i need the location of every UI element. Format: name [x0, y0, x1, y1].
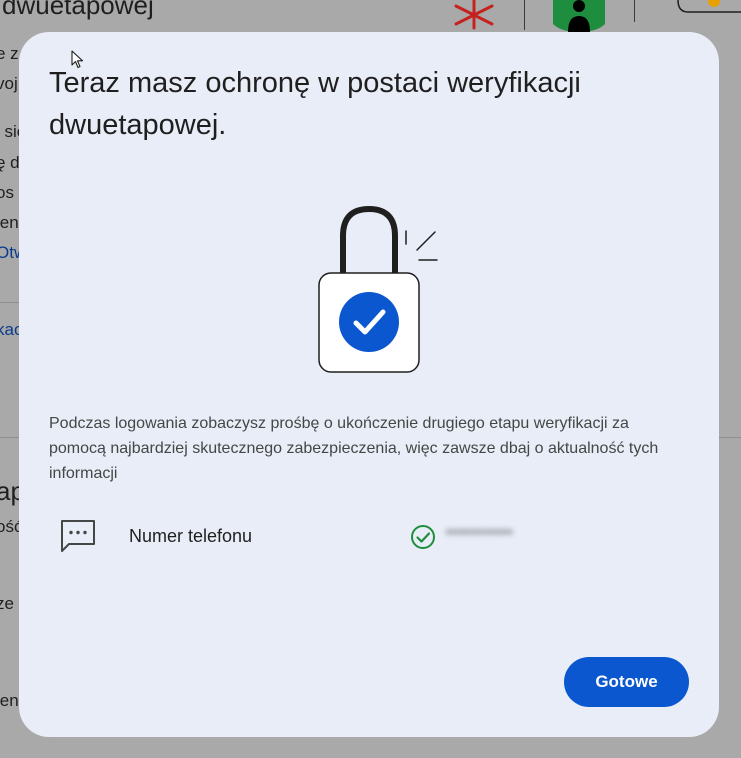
background-text: ien	[0, 691, 19, 710]
sms-icon	[61, 520, 95, 552]
background-text: e z	[0, 44, 19, 63]
method-label: Numer telefonu	[129, 526, 253, 546]
background-text: ę d	[0, 153, 20, 172]
phone-number-value: •••••••••••	[446, 524, 514, 541]
done-button[interactable]: Gotowe	[564, 657, 689, 707]
padlock-check-illustration	[318, 205, 438, 373]
mouse-pointer-icon	[71, 50, 84, 69]
background-text: os	[0, 183, 14, 202]
background-divider	[634, 0, 635, 22]
person-badge-icon	[553, 0, 605, 32]
verification-method-row: Numer telefonu •••••••••••	[59, 516, 679, 556]
dialog-description: Podczas logowania zobaczysz prośbę o uko…	[49, 415, 659, 482]
dialog-title: Teraz masz ochronę w postaci weryfikacji…	[49, 67, 581, 141]
illustration-fragment-icon	[677, 0, 741, 13]
background-text: ze	[0, 594, 14, 613]
background-divider	[524, 0, 525, 30]
check-circle-icon	[411, 525, 435, 549]
background-heading: dwuetapowej	[2, 0, 154, 20]
background-divider	[0, 302, 19, 303]
two-step-confirmation-dialog: Teraz masz ochronę w postaci weryfikacji…	[19, 32, 719, 737]
background-text: ien	[0, 213, 19, 232]
background-text: voj	[0, 74, 18, 93]
asterisk-icon	[454, 0, 494, 30]
